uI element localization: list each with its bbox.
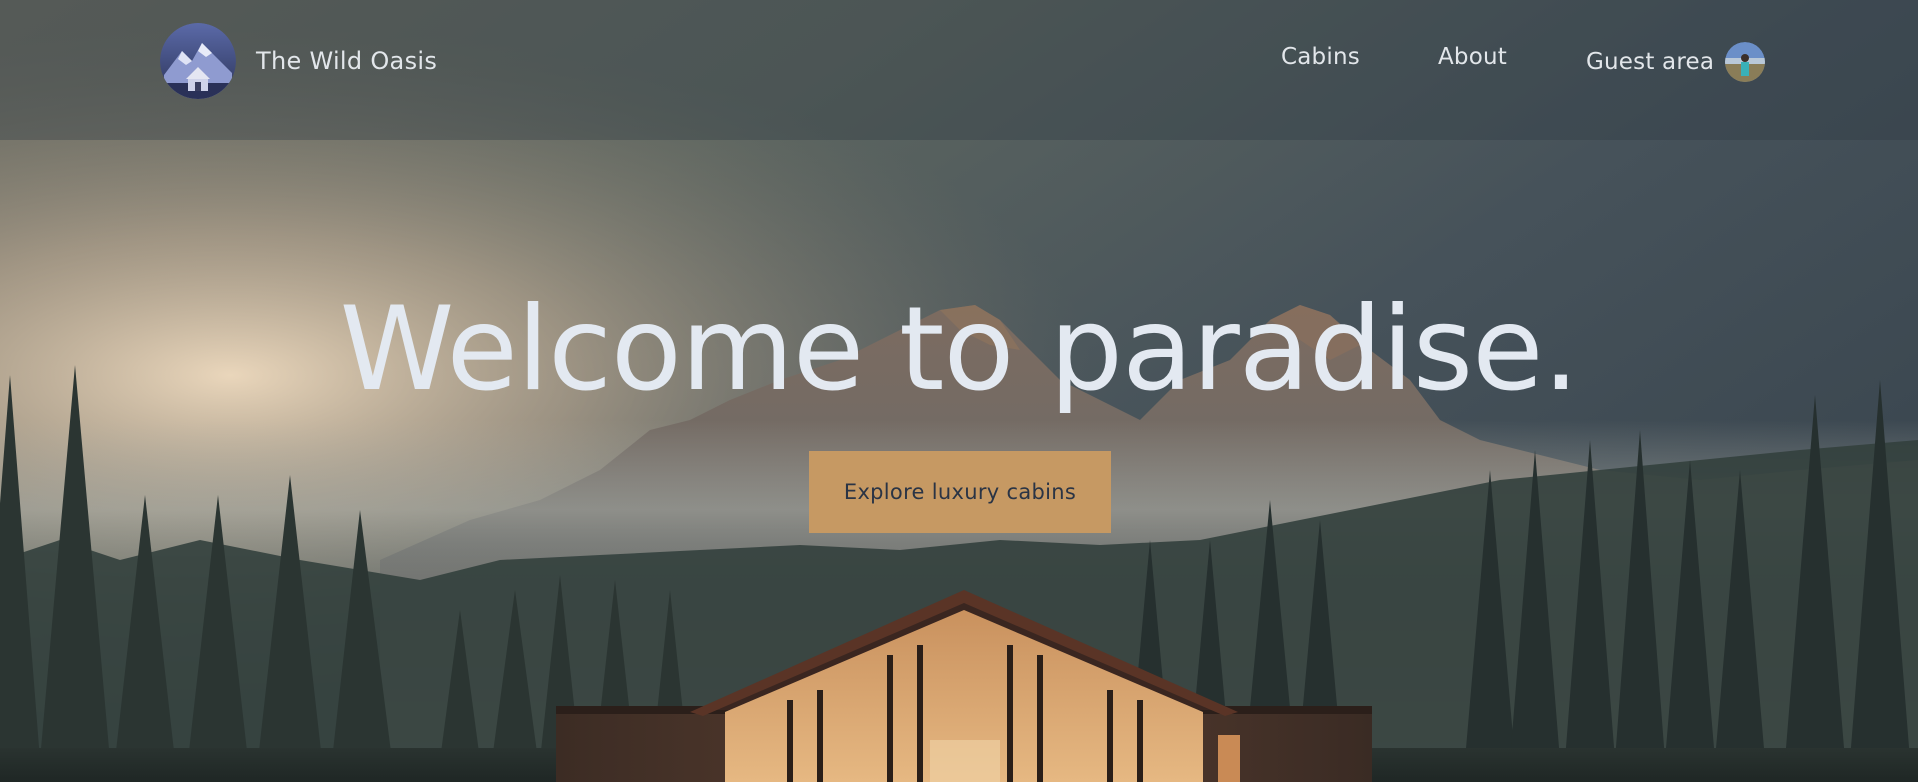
user-avatar-icon	[1725, 42, 1766, 82]
site-header: The Wild Oasis Cabins About Guest area	[0, 0, 1918, 120]
nav-link-guest-area[interactable]: Guest area	[1586, 42, 1766, 82]
nav-link-cabins[interactable]: Cabins	[1281, 44, 1360, 70]
main-navigation: Cabins About Guest area	[0, 38, 1918, 86]
hero-section: The Wild Oasis Cabins About Guest area W…	[0, 0, 1918, 782]
explore-cabins-button[interactable]: Explore luxury cabins	[809, 451, 1111, 533]
guest-area-label: Guest area	[1586, 49, 1715, 75]
nav-link-about[interactable]: About	[1438, 44, 1507, 70]
hero-headline: Welcome to paradise.	[339, 282, 1580, 417]
